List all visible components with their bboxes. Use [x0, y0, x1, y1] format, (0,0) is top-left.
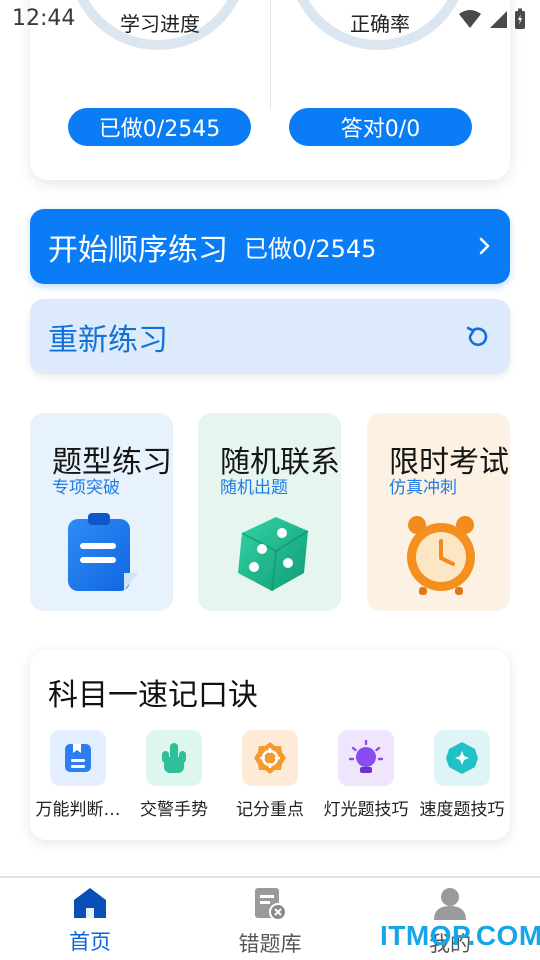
- done-count-pill[interactable]: 已做0/2545: [68, 108, 251, 146]
- mode-subtitle: 仿真冲刺: [389, 478, 457, 498]
- mode-card-random[interactable]: 随机联系 随机出题: [198, 413, 341, 611]
- speed-gem-icon: [434, 730, 490, 786]
- mnemonic-item-lights[interactable]: 灯光题技巧: [318, 730, 414, 820]
- light-bulb-icon: [338, 730, 394, 786]
- status-bar: 12:44: [0, 0, 540, 40]
- mnemonic-item-universal[interactable]: 万能判断…: [30, 730, 126, 820]
- mnemonic-item-speed[interactable]: 速度题技巧: [414, 730, 510, 820]
- correct-count-pill[interactable]: 答对0/0: [289, 108, 472, 146]
- nav-label-home: 首页: [69, 930, 111, 954]
- mnemonic-item-label: 万能判断…: [35, 800, 121, 820]
- mnemonic-item-label: 交警手势: [140, 800, 208, 820]
- nav-tab-home[interactable]: 首页: [30, 886, 150, 956]
- start-practice-count: 已做0/2545: [244, 235, 377, 263]
- mode-subtitle: 专项突破: [52, 478, 120, 498]
- chevron-right-icon: [479, 237, 490, 255]
- refresh-icon: [466, 326, 488, 346]
- mnemonic-title: 科目一速记口诀: [48, 678, 258, 713]
- wifi-icon: [459, 10, 481, 28]
- mnemonic-item-label: 灯光题技巧: [323, 800, 409, 820]
- hand-gesture-icon: [146, 730, 202, 786]
- nav-label-wrong-questions: 错题库: [238, 932, 302, 956]
- mnemonic-item-label: 记分重点: [236, 800, 304, 820]
- mnemonic-card: 科目一速记口诀 万能判断… 交警手势 记分重点 灯光题技巧 速度题技巧: [30, 650, 510, 840]
- mode-card-type-practice[interactable]: 题型练习 专项突破: [30, 413, 173, 611]
- mnemonic-item-police-gesture[interactable]: 交警手势: [126, 730, 222, 820]
- watermark: ITMOP.COM: [380, 920, 540, 951]
- home-icon: [74, 888, 106, 918]
- mode-subtitle: 随机出题: [220, 478, 288, 498]
- user-icon: [434, 888, 466, 920]
- alarm-clock-icon: [407, 516, 475, 595]
- wrong-doc-icon: [255, 888, 287, 921]
- dice-icon: [238, 517, 309, 592]
- target-badge-icon: [242, 730, 298, 786]
- mnemonic-item-points[interactable]: 记分重点: [222, 730, 318, 820]
- signal-icon: [490, 11, 507, 28]
- mnemonic-item-label: 速度题技巧: [419, 800, 505, 820]
- redo-practice-button[interactable]: 重新练习: [30, 299, 510, 374]
- redo-practice-label: 重新练习: [48, 322, 168, 358]
- bookmark-doc-icon: [50, 730, 106, 786]
- status-time: 12:44: [12, 6, 76, 31]
- start-practice-label: 开始顺序练习: [48, 232, 228, 268]
- start-practice-button[interactable]: 开始顺序练习 已做0/2545: [30, 209, 510, 284]
- clipboard-icon: [68, 513, 138, 591]
- nav-tab-wrong-questions[interactable]: 错题库: [210, 886, 330, 958]
- status-icons: [458, 8, 526, 30]
- battery-icon: [515, 8, 525, 29]
- mode-card-timed-exam[interactable]: 限时考试 仿真冲刺: [367, 413, 510, 611]
